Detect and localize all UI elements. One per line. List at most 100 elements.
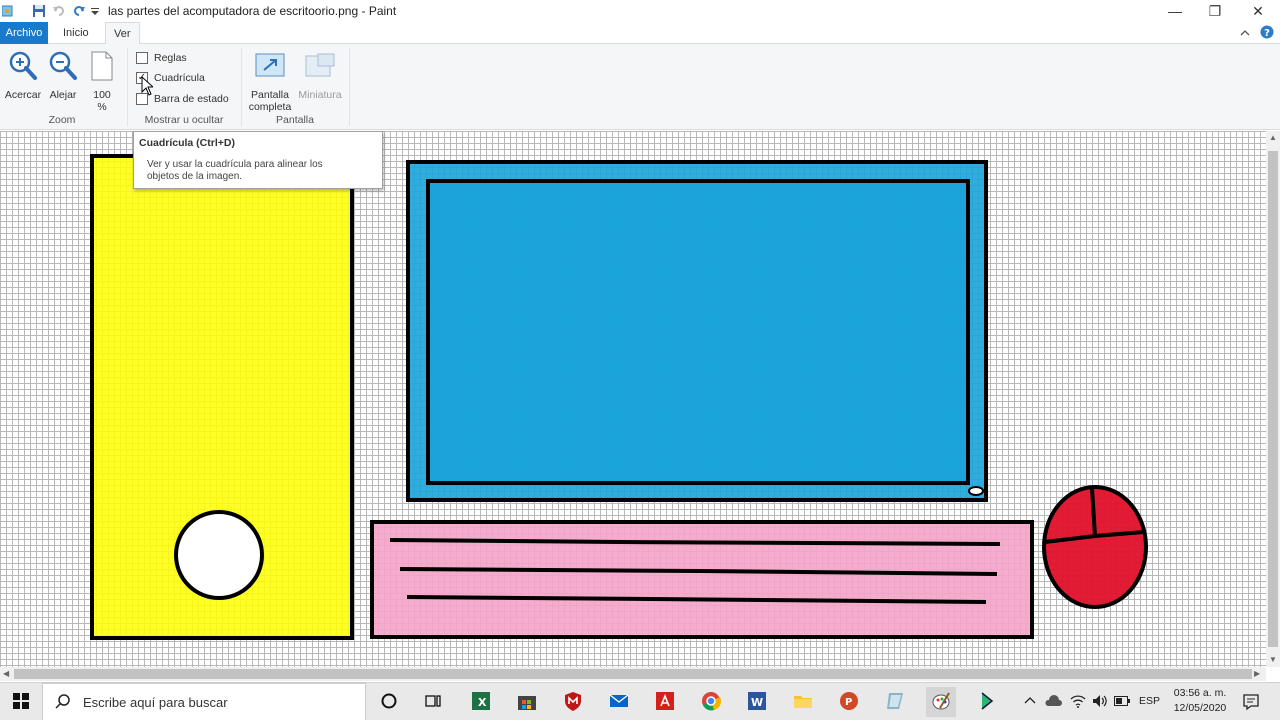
powerpoint-button[interactable]: P — [834, 687, 864, 717]
battery-icon[interactable] — [1114, 696, 1130, 709]
monitor-screen — [426, 179, 970, 485]
group-separator — [241, 48, 242, 126]
thumbnail-button[interactable]: Miniatura — [294, 50, 346, 101]
chrome-icon — [700, 690, 722, 715]
task-view-button[interactable] — [418, 687, 448, 717]
mcafee-icon — [562, 690, 584, 715]
zoom-100-button[interactable]: 100 % — [86, 50, 118, 113]
zoom-100-label-line1: 100 — [93, 89, 111, 101]
drawing-canvas[interactable] — [0, 131, 1266, 667]
zoom-out-button[interactable]: Alejar — [44, 50, 82, 101]
fullscreen-icon — [244, 50, 296, 85]
language-indicator[interactable]: ESP — [1139, 695, 1160, 707]
media-app-button[interactable] — [972, 687, 1002, 717]
word-icon: W — [746, 690, 768, 715]
fullscreen-label-line1: Pantalla — [251, 89, 289, 101]
scroll-down-icon[interactable]: ▼ — [1269, 655, 1277, 664]
powerpoint-icon: P — [838, 690, 860, 715]
word-button[interactable]: W — [742, 687, 772, 717]
mouse-cursor-icon — [141, 75, 155, 99]
tooltip-body: Ver y usar la cuadrícula para alinear lo… — [147, 159, 323, 182]
gridlines-tooltip: Cuadrícula (Ctrl+D) Ver y usar la cuadrí… — [133, 131, 383, 189]
chrome-button[interactable] — [696, 687, 726, 717]
svg-text:W: W — [751, 696, 763, 709]
save-icon[interactable] — [32, 4, 46, 18]
vertical-scrollbar[interactable]: ▲ ▼ — [1266, 131, 1280, 667]
tooltip-title: Cuadrícula (Ctrl+D) — [139, 137, 235, 149]
paint-window: las partes del acomputadora de escritoor… — [0, 0, 1280, 720]
start-button[interactable] — [0, 683, 42, 720]
statusbar-label: Barra de estado — [154, 93, 229, 105]
search-icon — [55, 693, 71, 712]
group-separator — [349, 48, 350, 126]
rulers-label: Reglas — [154, 52, 187, 64]
taskbar: Escribe aquí para buscar X W P ESP 03:56… — [0, 682, 1280, 720]
undo-icon[interactable] — [52, 4, 66, 18]
horizontal-scroll-thumb[interactable] — [14, 669, 1252, 679]
zoom-in-label: Acercar — [4, 89, 42, 101]
mail-button[interactable] — [604, 687, 634, 717]
tower-button — [174, 510, 264, 600]
scroll-left-icon[interactable]: ◀ — [3, 669, 9, 678]
thumbnail-icon — [294, 50, 346, 85]
notifications-icon[interactable] — [1242, 693, 1260, 714]
zoom-in-button[interactable]: Acercar — [4, 50, 42, 101]
svg-text:P: P — [845, 697, 852, 708]
notes-button[interactable] — [880, 687, 910, 717]
group-separator — [127, 48, 128, 126]
clock-time: 03:56 a. m. — [1173, 687, 1227, 699]
maximize-button[interactable]: ❐ — [1193, 0, 1237, 22]
onedrive-icon[interactable] — [1044, 695, 1062, 710]
page-100-icon — [86, 50, 118, 85]
help-icon[interactable]: ? — [1260, 25, 1274, 42]
tab-home[interactable]: Inicio — [55, 22, 97, 44]
paint-icon — [930, 690, 952, 715]
rulers-checkbox[interactable]: Reglas — [136, 52, 187, 64]
rulers-check-box[interactable] — [136, 52, 148, 64]
volume-icon[interactable] — [1092, 694, 1108, 711]
file-explorer-button[interactable] — [788, 687, 818, 717]
horizontal-scrollbar[interactable]: ◀ ▶ — [0, 667, 1266, 681]
ribbon: Acercar Alejar 100 % Zoom Reglas ✓ Cuadr… — [0, 44, 1280, 130]
taskbar-search[interactable]: Escribe aquí para buscar — [42, 683, 366, 720]
store-button[interactable] — [512, 687, 542, 717]
fullscreen-label-line2: completa — [248, 101, 292, 113]
svg-text:X: X — [478, 696, 487, 709]
minimize-button[interactable]: — — [1153, 0, 1197, 22]
media-app-icon — [976, 690, 998, 715]
fullscreen-button[interactable]: Pantalla completa — [244, 50, 296, 113]
store-icon — [516, 690, 538, 715]
show-hidden-icons-icon[interactable] — [1024, 695, 1036, 708]
acrobat-button[interactable] — [650, 687, 680, 717]
vertical-scroll-thumb[interactable] — [1268, 151, 1278, 647]
mail-icon — [608, 690, 630, 715]
display-group-label: Pantalla — [276, 114, 314, 126]
show-hide-group-label: Mostrar u ocultar — [144, 114, 224, 126]
cortana-button[interactable] — [374, 687, 404, 717]
mcafee-button[interactable] — [558, 687, 588, 717]
paint-app-icon[interactable] — [1, 4, 16, 18]
clock-date: 12/05/2020 — [1173, 702, 1227, 714]
clock[interactable]: 03:56 a. m. 12/05/2020 — [1166, 686, 1234, 716]
redo-icon[interactable] — [72, 4, 86, 18]
wifi-icon[interactable] — [1070, 694, 1086, 711]
tab-file[interactable]: Archivo — [0, 22, 48, 44]
customize-qat-icon[interactable] — [90, 4, 100, 18]
excel-button[interactable]: X — [466, 687, 496, 717]
canvas-area[interactable] — [0, 131, 1266, 667]
notes-icon — [884, 690, 906, 715]
zoom-out-icon — [44, 50, 82, 85]
ribbon-tabs: Archivo Inicio Ver ? — [0, 22, 1280, 45]
zoom-100-label-line2: % — [97, 101, 107, 113]
tab-view[interactable]: Ver — [105, 22, 140, 45]
scroll-right-icon[interactable]: ▶ — [1254, 669, 1260, 678]
gridlines-label: Cuadrícula — [154, 72, 205, 84]
collapse-ribbon-icon[interactable] — [1240, 28, 1250, 40]
file-explorer-icon — [792, 690, 814, 715]
window-title: las partes del acomputadora de escritoor… — [108, 4, 397, 18]
close-button[interactable]: ✕ — [1236, 0, 1280, 22]
title-bar: las partes del acomputadora de escritoor… — [0, 0, 1280, 22]
monitor-power-button — [968, 486, 984, 496]
paint-taskbar-button[interactable] — [926, 687, 956, 717]
scroll-up-icon[interactable]: ▲ — [1269, 133, 1277, 142]
